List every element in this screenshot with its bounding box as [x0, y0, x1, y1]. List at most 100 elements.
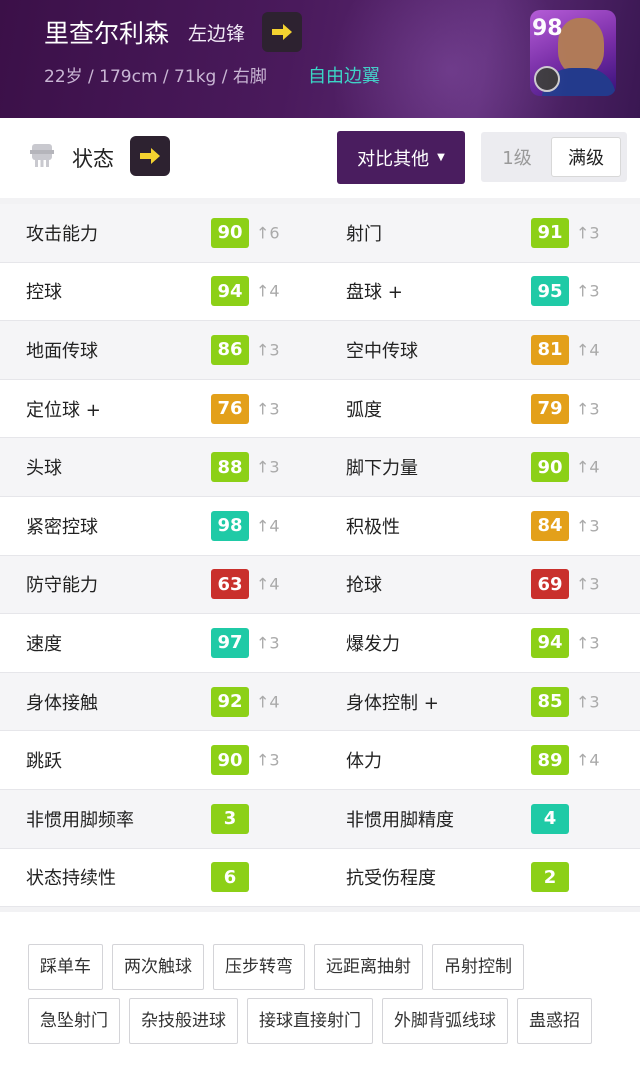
stat-value: 97 — [211, 627, 249, 658]
stat-cell: 体力 89 ↑4 — [320, 731, 640, 789]
stat-increase: ↑3 — [256, 399, 280, 419]
stat-increase: ↑4 — [576, 340, 600, 360]
player-card[interactable]: 98 — [530, 10, 616, 96]
stat-increase: ↑4 — [256, 574, 280, 594]
stat-label: 身体接触 — [26, 692, 98, 714]
skill-tag[interactable]: 杂技般进球 — [129, 998, 238, 1044]
stat-row: 地面传球 86 ↑3 空中传球 81 ↑4 — [0, 321, 640, 380]
skill-tag[interactable]: 蛊惑招 — [517, 998, 592, 1044]
stat-value: 2 — [531, 862, 569, 893]
player-playstyle: 自由边翼 — [308, 66, 380, 87]
stat-value: 94 — [531, 627, 569, 658]
level-1-tab[interactable]: 1级 — [485, 137, 549, 177]
skill-tag[interactable]: 急坠射门 — [28, 998, 120, 1044]
stat-cell: 抢球 69 ↑3 — [320, 556, 640, 614]
stat-value: 90 — [211, 745, 249, 776]
caret-down-icon: ▼ — [437, 152, 445, 163]
stat-value: 85 — [531, 686, 569, 717]
stat-value: 69 — [531, 569, 569, 600]
stat-label: 紧密控球 — [26, 516, 98, 538]
stat-label: 积极性 — [346, 516, 400, 538]
stat-value: 90 — [531, 452, 569, 483]
skill-tag[interactable]: 外脚背弧线球 — [382, 998, 508, 1044]
stat-label: 控球 — [26, 282, 62, 304]
stat-increase: ↑4 — [256, 516, 280, 536]
stats-table: 攻击能力 90 ↑6 射门 91 ↑3 控球 94 ↑4 盘球 + 95 ↑3 地面传球 86 ↑3 空中传球… — [0, 204, 640, 908]
stat-increase: ↑4 — [256, 692, 280, 712]
stat-value: 79 — [531, 393, 569, 424]
skill-tag[interactable]: 踩单车 — [28, 944, 103, 990]
stat-increase: ↑3 — [576, 281, 600, 301]
stat-increase: ↑3 — [256, 457, 280, 477]
player-header: 里查尔利森 左边锋 22岁 / 179cm / 71kg / 右脚 自由边翼 9… — [0, 0, 640, 118]
stat-increase: ↑3 — [576, 516, 600, 536]
stat-row: 身体接触 92 ↑4 身体控制 + 85 ↑3 — [0, 672, 640, 732]
arrow-right-icon — [140, 148, 160, 164]
stat-row: 攻击能力 90 ↑6 射门 91 ↑3 — [0, 204, 640, 263]
stat-value: 89 — [531, 745, 569, 776]
stat-value: 81 — [531, 334, 569, 365]
compare-others-button[interactable]: 对比其他 ▼ — [337, 131, 465, 184]
status-arrow-button[interactable] — [130, 136, 170, 176]
stat-row: 防守能力 63 ↑4 抢球 69 ↑3 — [0, 555, 640, 615]
stat-cell: 身体控制 + 85 ↑3 — [320, 673, 640, 731]
stat-value: 92 — [211, 686, 249, 717]
stat-increase: ↑3 — [576, 223, 600, 243]
stat-value: 86 — [211, 334, 249, 365]
stat-row: 定位球 + 76 ↑3 弧度 79 ↑3 — [0, 379, 640, 439]
stat-cell: 定位球 + 76 ↑3 — [0, 380, 320, 438]
stat-row: 跳跃 90 ↑3 体力 89 ↑4 — [0, 731, 640, 790]
stat-label: 爆发力 — [346, 633, 400, 655]
stat-label: 抗受伤程度 — [346, 868, 436, 890]
skill-tag[interactable]: 压步转弯 — [213, 944, 305, 990]
skill-tag[interactable]: 吊射控制 — [432, 944, 524, 990]
stats-toolbar: 状态 对比其他 ▼ 1级 满级 — [0, 118, 640, 198]
player-meta: 22岁 / 179cm / 71kg / 右脚 — [44, 67, 267, 87]
stat-label: 盘球 + — [346, 282, 403, 304]
stat-cell: 爆发力 94 ↑3 — [320, 614, 640, 672]
stat-cell: 盘球 + 95 ↑3 — [320, 263, 640, 321]
stat-label: 体力 — [346, 751, 382, 773]
stat-row: 状态持续性 6 抗受伤程度 2 — [0, 848, 640, 908]
stat-label: 非惯用脚频率 — [26, 809, 134, 831]
stat-value: 88 — [211, 452, 249, 483]
stat-cell: 非惯用脚精度 4 — [320, 790, 640, 848]
stat-value: 4 — [531, 803, 569, 834]
stat-increase: ↑6 — [256, 223, 280, 243]
player-shirt-image — [542, 68, 616, 96]
stat-value: 63 — [211, 569, 249, 600]
arrow-right-icon — [272, 24, 292, 40]
skill-list: 踩单车 两次触球 压步转弯 远距离抽射 吊射控制急坠射门 杂技般进球 接球直接射门 外脚背弧线… — [28, 944, 618, 1044]
stat-label: 跳跃 — [26, 751, 62, 773]
stat-label: 弧度 — [346, 399, 382, 421]
stat-increase: ↑3 — [256, 750, 280, 770]
stat-value: 90 — [211, 217, 249, 248]
stat-row: 控球 94 ↑4 盘球 + 95 ↑3 — [0, 262, 640, 322]
player-face-image — [558, 18, 604, 74]
stat-increase: ↑3 — [256, 633, 280, 653]
stat-cell: 抗受伤程度 2 — [320, 849, 640, 907]
stat-value: 95 — [531, 276, 569, 307]
stat-cell: 头球 88 ↑3 — [0, 438, 320, 496]
stat-cell: 攻击能力 90 ↑6 — [0, 204, 320, 262]
stat-increase: ↑3 — [576, 692, 600, 712]
stat-cell: 控球 94 ↑4 — [0, 263, 320, 321]
stat-row: 紧密控球 98 ↑4 积极性 84 ↑3 — [0, 496, 640, 556]
skill-tag[interactable]: 接球直接射门 — [247, 998, 373, 1044]
skill-tag[interactable]: 两次触球 — [112, 944, 204, 990]
stat-increase: ↑3 — [576, 633, 600, 653]
stat-row: 非惯用脚频率 3 非惯用脚精度 4 — [0, 789, 640, 849]
stat-cell: 脚下力量 90 ↑4 — [320, 438, 640, 496]
stat-cell: 速度 97 ↑3 — [0, 614, 320, 672]
skill-tag[interactable]: 远距离抽射 — [314, 944, 423, 990]
stat-label: 非惯用脚精度 — [346, 809, 454, 831]
player-position: 左边锋 — [188, 23, 246, 45]
stat-label: 防守能力 — [26, 575, 98, 597]
skills-section: 踩单车 两次触球 压步转弯 远距离抽射 吊射控制急坠射门 杂技般进球 接球直接射门 外脚背弧线… — [0, 912, 640, 1090]
stat-increase: ↑4 — [576, 750, 600, 770]
level-max-tab[interactable]: 满级 — [551, 137, 621, 177]
level-toggle: 1级 满级 — [481, 132, 627, 182]
stat-increase: ↑4 — [256, 281, 280, 301]
stat-label: 射门 — [346, 223, 382, 245]
position-arrow-button[interactable] — [262, 12, 302, 52]
